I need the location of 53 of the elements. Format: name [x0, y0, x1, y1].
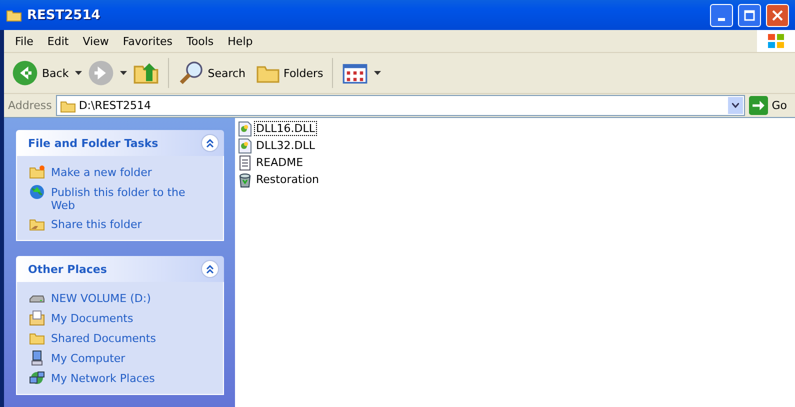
menu-item[interactable]: Tools	[180, 34, 221, 48]
minimize-icon	[718, 18, 725, 20]
go-button[interactable]: Go	[748, 96, 791, 115]
file-name[interactable]: DLL16.DLL	[255, 122, 316, 135]
address-label: Address	[8, 99, 52, 112]
task-link[interactable]: Shared Documents	[29, 330, 213, 346]
task-link[interactable]: Share this folder	[29, 216, 213, 232]
close-icon	[772, 10, 783, 20]
flag-logo-icon	[757, 30, 795, 52]
address-field[interactable]: D:\REST2514	[56, 95, 745, 116]
panel-title: File and Folder Tasks	[28, 136, 158, 150]
chevron-down-icon	[732, 103, 739, 108]
dropdown-button[interactable]	[728, 97, 743, 114]
recycle-bin-icon	[237, 172, 253, 188]
folder-icon	[29, 164, 45, 180]
task-link[interactable]: Make a new folder	[29, 164, 213, 180]
menu-item[interactable]: Help	[220, 34, 260, 48]
task-link[interactable]: NEW VOLUME (D:)	[29, 290, 213, 306]
collapse-button[interactable]	[201, 260, 219, 278]
maximize-button[interactable]	[738, 4, 761, 26]
task-link[interactable]: My Computer	[29, 350, 213, 366]
double-chevron-icon	[206, 138, 214, 148]
gear-file-icon	[237, 138, 253, 154]
maximize-icon	[744, 10, 755, 20]
file-name[interactable]: DLL32.DLL	[255, 139, 316, 152]
window-title: REST2514	[27, 8, 102, 22]
file-name[interactable]: README	[255, 156, 304, 169]
menu-item[interactable]: File	[8, 34, 40, 48]
menu-item[interactable]: Favorites	[116, 34, 180, 48]
documents-icon	[29, 310, 45, 326]
task-link[interactable]: My Network Places	[29, 370, 213, 386]
minimize-button[interactable]	[710, 4, 733, 26]
back-button[interactable]: Back	[8, 58, 73, 88]
gear-file-icon	[237, 120, 253, 136]
collapse-button[interactable]	[201, 134, 219, 152]
network-icon	[29, 370, 45, 386]
caret-icon[interactable]	[120, 71, 127, 75]
search-button[interactable]: Search	[174, 58, 250, 88]
task-link[interactable]: Publish this folder to the Web	[29, 184, 213, 212]
search-icon	[178, 60, 204, 86]
caret-icon[interactable]	[374, 71, 382, 75]
globe-icon	[29, 184, 45, 200]
menu-item[interactable]: Edit	[40, 34, 76, 48]
menu-item[interactable]: View	[76, 34, 116, 48]
close-button[interactable]	[766, 4, 789, 26]
file-name[interactable]: Restoration	[255, 173, 320, 186]
double-chevron-icon	[206, 264, 214, 274]
address-text: D:\REST2514	[78, 99, 152, 112]
panel-title: Other Places	[28, 262, 107, 276]
folders-button[interactable]: Folders	[252, 59, 328, 87]
computer-icon	[29, 350, 45, 366]
caret-icon[interactable]	[74, 71, 82, 75]
task-link[interactable]: My Documents	[29, 310, 213, 326]
